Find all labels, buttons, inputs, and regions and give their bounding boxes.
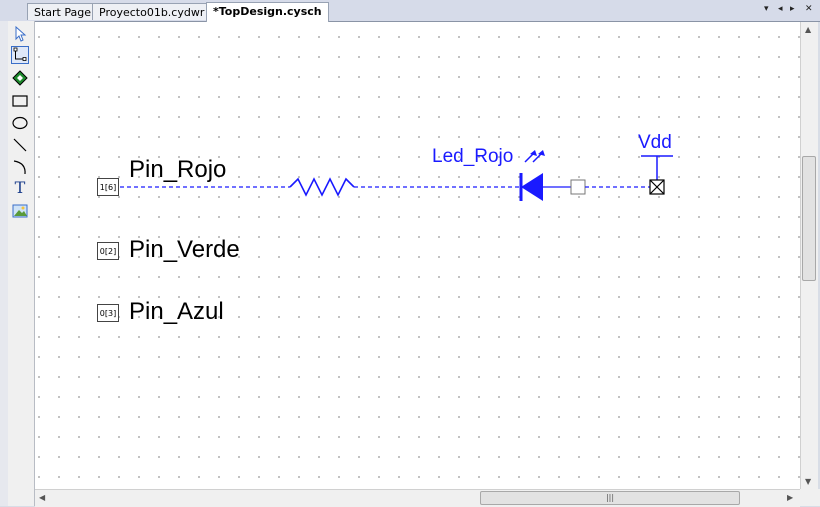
scrollbar-corner <box>800 489 820 506</box>
scroll-left-icon[interactable]: ◀ <box>39 493 45 502</box>
tab-next-icon[interactable]: ▸ <box>790 4 795 14</box>
pin-verde-label[interactable]: Pin_Verde <box>129 238 240 262</box>
pointer-icon[interactable] <box>11 25 29 43</box>
component-icon[interactable] <box>11 69 29 87</box>
document-tab-bar: Start Page Proyecto01b.cydwr *TopDesign.… <box>0 0 820 22</box>
pin-rojo-label[interactable]: Pin_Rojo <box>129 158 226 182</box>
rectangle-icon[interactable] <box>11 92 29 110</box>
tab-proyecto01b[interactable]: Proyecto01b.cydwr <box>92 3 212 20</box>
tab-prev-icon[interactable]: ◂ <box>778 4 783 14</box>
vertical-scroll-thumb[interactable] <box>802 156 816 281</box>
vdd-power-symbol[interactable] <box>641 155 673 195</box>
vertical-scrollbar[interactable]: ▲ ▼ <box>800 22 818 489</box>
pin-azul-label[interactable]: Pin_Azul <box>129 300 224 324</box>
led-terminal[interactable] <box>570 179 586 195</box>
wire-icon[interactable] <box>11 46 29 64</box>
tab-menu-icon[interactable]: ▾ <box>764 4 769 14</box>
scroll-down-icon[interactable]: ▼ <box>805 477 811 486</box>
pin-rojo-box[interactable]: 1[6] <box>97 178 119 196</box>
scroll-up-icon[interactable]: ▲ <box>805 25 811 34</box>
pin-azul-box[interactable]: 0[3] <box>97 304 119 322</box>
arc-icon[interactable] <box>11 158 29 176</box>
pin-verde-box[interactable]: 0[2] <box>97 242 119 260</box>
led-symbol[interactable] <box>519 150 545 201</box>
tab-close-icon[interactable]: ✕ <box>805 4 813 14</box>
scroll-right-icon[interactable]: ▶ <box>787 493 793 502</box>
schematic-toolbar: T <box>8 21 35 506</box>
horizontal-scroll-thumb[interactable]: ||| <box>480 491 740 505</box>
text-icon[interactable]: T <box>11 179 29 197</box>
led-rojo-label[interactable]: Led_Rojo <box>432 147 513 166</box>
tab-start-page[interactable]: Start Page <box>27 3 98 20</box>
resistor-symbol[interactable] <box>289 177 355 197</box>
line-icon[interactable] <box>11 136 29 154</box>
tab-topdesign[interactable]: *TopDesign.cysch <box>206 2 329 22</box>
vdd-label[interactable]: Vdd <box>638 133 672 152</box>
image-icon[interactable] <box>11 202 29 220</box>
horizontal-scrollbar[interactable]: ◀ ||| ▶ <box>35 489 800 507</box>
schematic-canvas[interactable]: 1[6] Pin_Rojo 0[2] Pin_Verde 0[3] Pin_Az… <box>35 22 800 489</box>
ellipse-icon[interactable] <box>11 114 29 132</box>
